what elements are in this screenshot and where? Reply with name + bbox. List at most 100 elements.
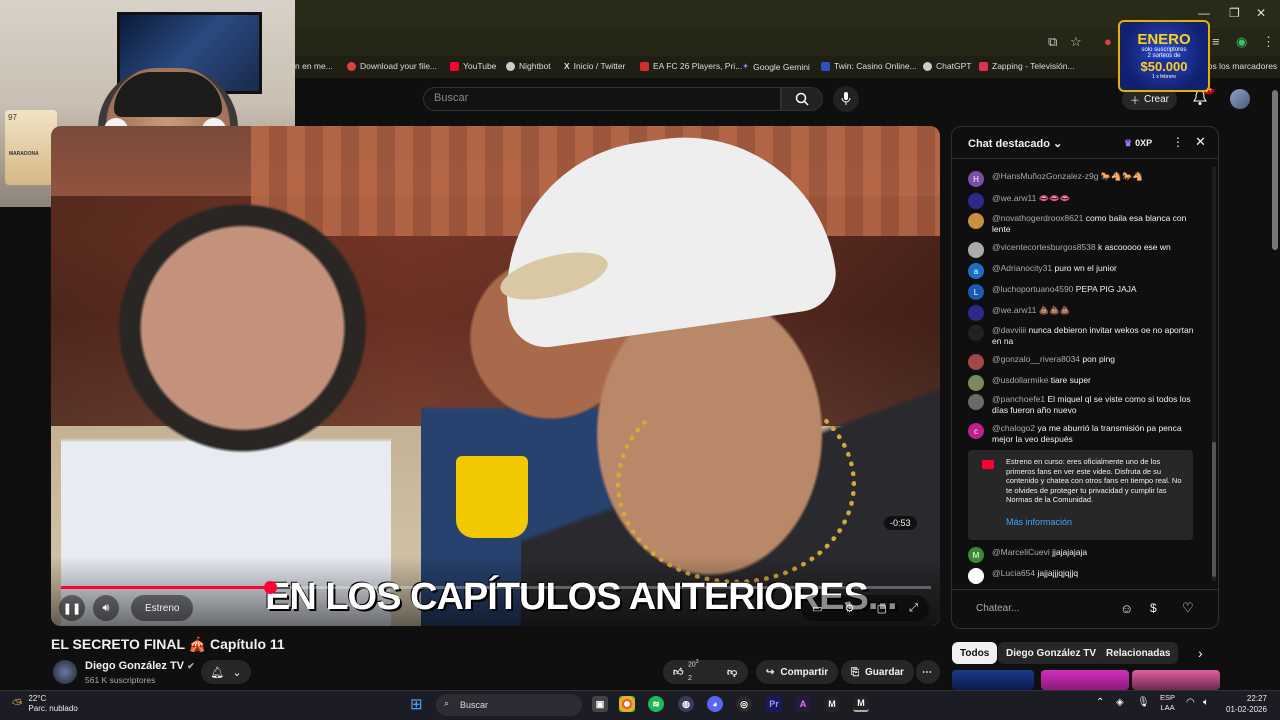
chat-author[interactable]: @chalogo2	[992, 423, 1035, 433]
chat-avatar[interactable]	[968, 568, 984, 584]
chat-author[interactable]: @Lucia654	[992, 568, 1035, 578]
premiere-pro-icon[interactable]: Pr	[766, 696, 782, 712]
volume-button[interactable]: 🔊︎	[93, 595, 119, 621]
chip-channel[interactable]: Diego González TV	[998, 642, 1105, 664]
search-button[interactable]	[781, 87, 823, 111]
app-m2-icon[interactable]: M	[853, 696, 869, 712]
bookmark-item[interactable]: ✦ Google Gemini	[742, 61, 810, 72]
chat-avatar[interactable]: a	[968, 263, 984, 279]
chat-author[interactable]: @we.arw11	[992, 193, 1036, 203]
chat-author[interactable]: @novathogerdroox8621	[992, 213, 1083, 223]
all-bookmarks[interactable]: dos los marcadores	[1203, 61, 1277, 71]
taskbar-search[interactable]: ⌕ Buscar	[436, 694, 582, 716]
chat-message[interactable]: c @chalogo2 ya me aburrió la transmisión …	[968, 423, 1200, 445]
chat-message[interactable]: L @luchoportuano4590 PEPA PIG JAJA	[968, 284, 1200, 300]
speaker-icon[interactable]: 🔈︎	[1203, 697, 1209, 708]
obs-icon[interactable]: ◎	[736, 696, 752, 712]
super-chat-icon[interactable]: $	[1150, 601, 1157, 615]
bookmark-item[interactable]: Zapping - Televisión...	[979, 61, 1075, 71]
chat-input[interactable]: Chatear...	[976, 603, 1019, 614]
spotify-icon[interactable]: ≋	[648, 696, 664, 712]
dislike-button[interactable]: 👎︎	[720, 660, 748, 684]
install-app-icon[interactable]: ⧉	[1048, 34, 1057, 50]
heart-icon[interactable]: ♡	[1182, 600, 1194, 616]
chat-avatar[interactable]	[968, 394, 984, 410]
subscribed-bell-button[interactable]: 🔔︎ ⌄	[201, 660, 251, 684]
chat-author[interactable]: @MarceliCuevi	[992, 547, 1050, 557]
chat-avatar[interactable]	[968, 193, 984, 209]
chat-menu-icon[interactable]: ⋮	[1172, 135, 1184, 149]
discord-icon[interactable]: ◕	[707, 696, 723, 712]
chat-avatar[interactable]	[968, 354, 984, 370]
emoji-icon[interactable]: ☺	[1120, 601, 1133, 616]
bookmark-item[interactable]: n en me...	[295, 61, 333, 71]
account-avatar[interactable]	[1230, 89, 1250, 109]
bookmark-item[interactable]: ChatGPT	[923, 61, 971, 71]
scrubber-handle[interactable]	[263, 581, 277, 594]
chat-message[interactable]: @panchoefe1 El miquel ql se viste como s…	[968, 394, 1200, 416]
channel-avatar[interactable]	[53, 660, 77, 684]
related-thumbnail[interactable]	[952, 670, 1034, 690]
chat-message[interactable]: a @Adrianocity31 puro wn el junior	[968, 263, 1200, 279]
minimize-icon[interactable]: —	[1198, 6, 1210, 20]
chat-mode-dropdown[interactable]: Chat destacado ⌄	[968, 137, 1062, 150]
more-info-link[interactable]: Más información	[1006, 517, 1072, 527]
bookmark-item[interactable]: Nightbot	[506, 61, 551, 71]
xp-badge[interactable]: ♛ 0XP	[1120, 135, 1156, 151]
chrome-icon[interactable]	[619, 696, 635, 712]
chat-author[interactable]: @Adrianocity31	[992, 263, 1052, 273]
related-thumbnail[interactable]	[1041, 670, 1129, 690]
chat-message[interactable]: @we.arw11 👄👄👄	[968, 193, 1200, 209]
chat-message[interactable]: M @MarceliCuevi jjajajajaja	[968, 547, 1200, 563]
chat-avatar[interactable]	[968, 305, 984, 321]
share-button[interactable]: ↪ Compartir	[756, 660, 839, 684]
chip-todos[interactable]: Todos	[952, 642, 998, 664]
tray-app-icon[interactable]: ◈	[1116, 697, 1124, 708]
chat-avatar[interactable]	[968, 375, 984, 391]
bookmark-item[interactable]: EA FC 26 Players, Pri...	[640, 61, 742, 71]
more-actions-button[interactable]: ⋯	[916, 660, 940, 684]
subtitles-icon[interactable]: ▭	[812, 602, 822, 615]
bookmark-item[interactable]: Download your file...	[347, 61, 437, 71]
chat-avatar[interactable]: c	[968, 423, 984, 439]
chat-author[interactable]: @panchoefe1	[992, 394, 1045, 404]
related-thumbnail[interactable]	[1132, 670, 1220, 690]
chat-author[interactable]: @luchoportuano4590	[992, 284, 1073, 294]
chat-message[interactable]: @davviiii nunca debieron invitar wekos o…	[968, 325, 1200, 347]
chat-message[interactable]: @novathogerdroox8621 como baila esa blan…	[968, 213, 1200, 235]
bookmark-item[interactable]: Twin: Casino Online...	[821, 61, 917, 71]
adobe-icon[interactable]: A	[795, 696, 811, 712]
extension-icon[interactable]: ●	[1104, 34, 1112, 49]
theater-mode-icon[interactable]: ▢	[877, 602, 887, 615]
chat-author[interactable]: @HansMuñozGonzalez-z9g	[992, 171, 1098, 181]
windows-start-icon[interactable]: ⊞	[410, 695, 423, 713]
chat-avatar[interactable]: L	[968, 284, 984, 300]
chat-author[interactable]: @we.arw11	[992, 305, 1036, 315]
chat-scroll-thumb[interactable]	[1212, 442, 1216, 577]
search-input[interactable]: Buscar	[423, 87, 781, 111]
chat-author[interactable]: @vicentecortesburgos8538	[992, 242, 1096, 252]
chat-message[interactable]: @Lucia654 jajjajjjqjqjjq	[968, 568, 1200, 584]
bookmark-item[interactable]: X Inicio / Twitter	[564, 61, 625, 71]
progress-bar[interactable]	[61, 581, 931, 594]
chat-close-icon[interactable]: ✕	[1195, 134, 1206, 150]
chat-avatar[interactable]	[968, 325, 984, 341]
channel-name[interactable]: Diego González TV ✔	[85, 660, 195, 672]
chat-author[interactable]: @gonzalo__rivera8034	[992, 354, 1080, 364]
menu-icon[interactable]: ⋮	[1262, 34, 1275, 50]
task-view-icon[interactable]: ▣	[592, 696, 608, 712]
weather-widget[interactable]: ⛅︎ 22°C Parc. nublado	[12, 694, 78, 714]
chat-message[interactable]: @we.arw11 💩💩💩	[968, 305, 1200, 321]
maximize-icon[interactable]: ❐	[1229, 6, 1240, 20]
system-clock[interactable]: 22:27 01-02-2026	[1226, 693, 1267, 715]
bookmark-star-icon[interactable]: ☆	[1070, 34, 1082, 50]
profile-icon[interactable]: ◉	[1236, 34, 1247, 50]
close-window-icon[interactable]: ✕	[1256, 6, 1266, 20]
microphone-tray-icon[interactable]: 🎙︎	[1137, 697, 1150, 708]
fullscreen-icon[interactable]: ⤢	[909, 602, 918, 615]
pause-button[interactable]: ❚❚	[59, 595, 85, 621]
chat-avatar[interactable]	[968, 213, 984, 229]
bookmark-item[interactable]: YouTube	[450, 61, 496, 71]
input-language[interactable]: ESP LAA	[1160, 693, 1175, 713]
page-scrollbar[interactable]	[1272, 90, 1278, 250]
